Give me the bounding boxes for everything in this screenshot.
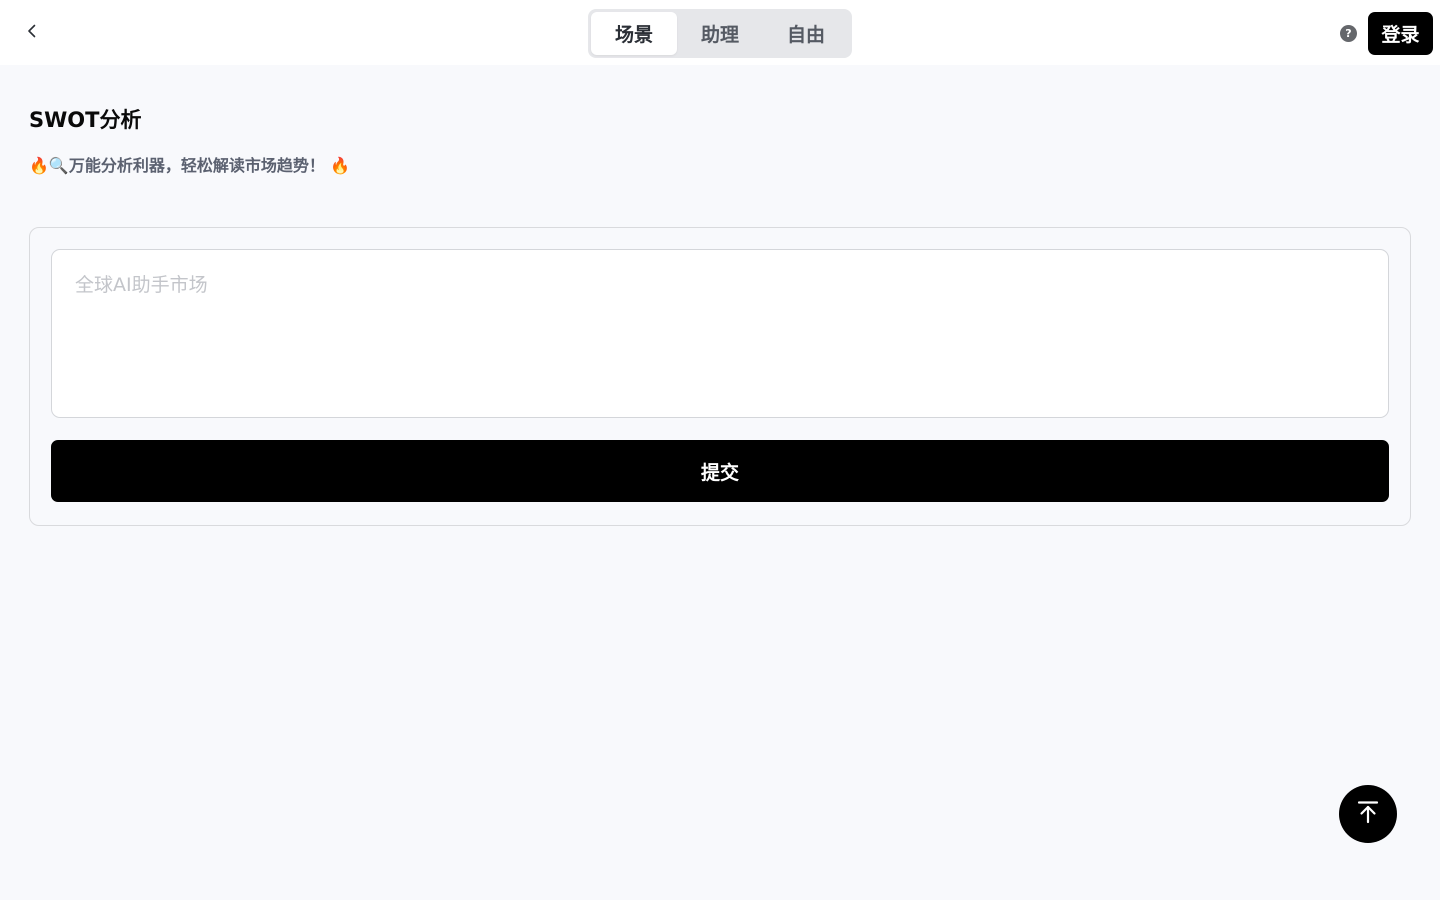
top-bar: 场景 助理 自由 ? 登录 bbox=[0, 0, 1440, 65]
input-card: 提交 bbox=[29, 227, 1411, 526]
tab-free[interactable]: 自由 bbox=[763, 12, 849, 55]
prompt-input[interactable] bbox=[52, 250, 1388, 417]
submit-button[interactable]: 提交 bbox=[51, 440, 1389, 502]
mode-tabs: 场景 助理 自由 bbox=[588, 9, 852, 58]
prompt-input-wrapper bbox=[51, 249, 1389, 418]
back-button[interactable] bbox=[20, 21, 44, 45]
login-button[interactable]: 登录 bbox=[1368, 12, 1433, 55]
chevron-left-icon bbox=[24, 23, 40, 43]
page-subtitle: 🔥🔍万能分析利器，轻松解读市场趋势！ 🔥 bbox=[29, 156, 351, 175]
question-circle-icon[interactable]: ? bbox=[1340, 25, 1357, 42]
tab-scene[interactable]: 场景 bbox=[591, 12, 677, 55]
arrow-up-to-top-icon bbox=[1355, 799, 1381, 829]
tab-assistant[interactable]: 助理 bbox=[677, 12, 763, 55]
page-title: SWOT分析 bbox=[29, 108, 142, 132]
scroll-to-top-button[interactable] bbox=[1339, 785, 1397, 843]
